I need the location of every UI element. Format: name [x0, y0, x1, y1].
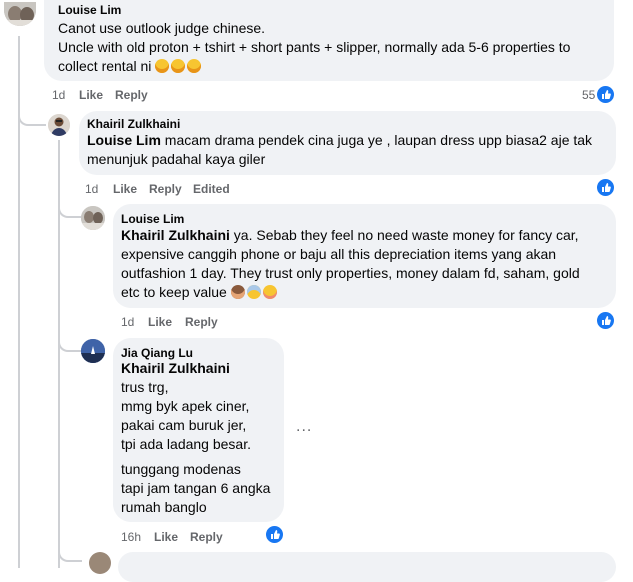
avatar[interactable] [81, 206, 105, 230]
mention-link[interactable]: Khairil Zulkhaini [121, 359, 230, 378]
reaction-count[interactable]: 55 [582, 88, 595, 102]
reply-button[interactable]: Reply [149, 182, 182, 196]
comment-author[interactable]: Louise Lim [58, 3, 121, 17]
avatar[interactable] [81, 339, 105, 363]
comment-text-line: etc to keep value [121, 283, 279, 302]
comment-timestamp[interactable]: 1d [85, 182, 98, 196]
comment-text-line: tunggang modenas [121, 461, 241, 477]
comment-bubble [118, 552, 616, 582]
laughing-emoji-icon [171, 59, 186, 73]
flushed-emoji-icon [262, 285, 277, 299]
comment-text-fragment: ya. Sebab they feel no need waste money … [229, 227, 579, 243]
like-thumb-icon [596, 85, 615, 104]
avatar[interactable] [48, 114, 70, 136]
scream-emoji-icon [246, 285, 261, 299]
mention-link[interactable]: Louise Lim [87, 132, 161, 148]
comment-text-line: tpi ada ladang besar. [121, 436, 251, 452]
comment-timestamp[interactable]: 1d [52, 88, 65, 102]
like-button[interactable]: Like [154, 530, 178, 544]
comment-text-line: collect rental ni [58, 57, 203, 76]
thread-curve-reply-1 [18, 108, 46, 126]
mention-link[interactable]: Khairil Zulkhaini [121, 227, 230, 243]
reply-button[interactable]: Reply [185, 315, 218, 329]
comment-text-line: Uncle with old proton + tshirt + short p… [58, 39, 571, 55]
comment-text-line: outfashion 1 day. They trust only proper… [121, 265, 580, 281]
comment-text-line: mmg byk apek ciner, [121, 398, 250, 414]
avatar[interactable] [89, 552, 111, 574]
thread-curve-reply-2 [58, 200, 82, 218]
thread-curve-reply-4 [58, 544, 82, 562]
comment-text-line: menunjuk padahal kaya giler [87, 151, 266, 167]
edited-label: Edited [193, 182, 230, 196]
comment-text-line: rumah banglo [121, 499, 207, 515]
like-thumb-icon [265, 525, 284, 544]
comment-text-line: Khairil Zulkhaini ya. Sebab they feel no… [121, 226, 579, 245]
laughing-emoji-icon [155, 59, 170, 73]
reply-button[interactable]: Reply [190, 530, 223, 544]
comment-text-line: tapi jam tangan 6 angka [121, 480, 271, 496]
comment-text-line: pakai cam buruk jer, [121, 417, 247, 433]
reply-button[interactable]: Reply [115, 88, 148, 102]
avatar[interactable] [4, 2, 36, 26]
like-button[interactable]: Like [148, 315, 172, 329]
comment-timestamp[interactable]: 1d [121, 315, 134, 329]
comment-text-fragment: collect rental ni [58, 58, 152, 74]
comment-text-line: trus trg, [121, 379, 169, 395]
comment-timestamp[interactable]: 16h [121, 530, 141, 544]
hear-no-evil-monkey-icon [230, 285, 245, 299]
comment-text-fragment: etc to keep value [121, 284, 227, 300]
comment-author[interactable]: Khairil Zulkhaini [87, 117, 180, 131]
comment-text-line: Canot use outlook judge chinese. [58, 20, 266, 36]
comment-author[interactable]: Jia Qiang Lu [121, 346, 193, 360]
like-button[interactable]: Like [79, 88, 103, 102]
like-thumb-icon [596, 178, 615, 197]
comment-author[interactable]: Louise Lim [121, 212, 184, 226]
like-button[interactable]: Like [113, 182, 137, 196]
thread-curve-reply-3 [58, 334, 82, 352]
comment-text-line: expensive canggih phone or baju all this… [121, 246, 557, 262]
comment-text-line: Louise Lim macam drama pendek cina juga … [87, 131, 592, 150]
like-thumb-icon [596, 311, 615, 330]
more-options-icon[interactable]: ... [296, 418, 312, 436]
laughing-emoji-icon [187, 59, 202, 73]
comment-text-fragment: macam drama pendek cina juga ye , laupan… [160, 132, 593, 148]
